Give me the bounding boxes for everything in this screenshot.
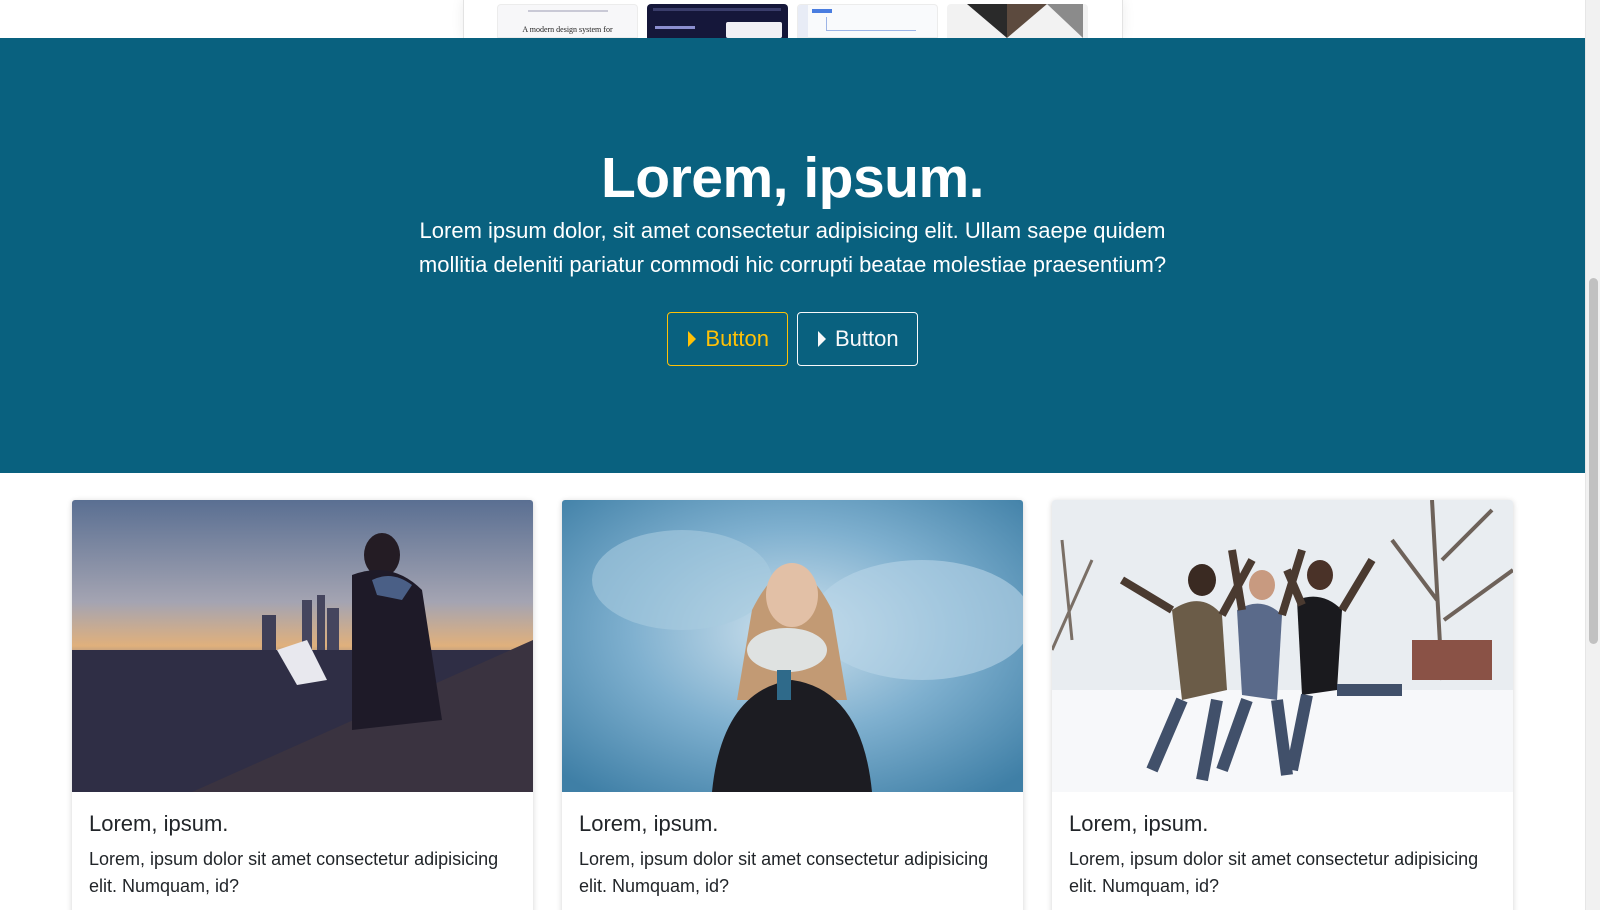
showcase-frame: A modern design system for (463, 0, 1123, 38)
card-image-woman-smoke (562, 500, 1023, 792)
caret-right-icon (688, 331, 697, 347)
showcase-thumbnail-dashboard[interactable] (797, 4, 938, 38)
hero-buttons: Button Button (0, 312, 1585, 366)
card-text: Lorem, ipsum dolor sit amet consectetur … (89, 849, 499, 896)
hero-title: Lorem, ipsum. (600, 146, 985, 210)
scrollbar-thumb[interactable] (1589, 278, 1598, 644)
thumbnail-caption: A modern design system for (522, 25, 613, 34)
card-image-friends-jumping (1052, 500, 1513, 792)
hero-lead: Lorem ipsum dolor, sit amet consectetur … (418, 218, 1167, 277)
card-title: Lorem, ipsum. (89, 811, 229, 836)
hero-section: Lorem, ipsum. Lorem ipsum dolor, sit ame… (0, 38, 1585, 473)
showcase-thumbnail-photo-grid[interactable] (947, 4, 1088, 38)
primary-button[interactable]: Button (667, 312, 788, 366)
caret-right-icon (818, 331, 826, 347)
card-grid: Lorem, ipsum. Lorem, ipsum dolor sit ame… (72, 500, 1514, 910)
showcase-strip: A modern design system for (0, 0, 1585, 38)
card: Lorem, ipsum. Lorem, ipsum dolor sit ame… (72, 500, 533, 910)
showcase-thumbnail-design-system[interactable]: A modern design system for (497, 4, 638, 38)
secondary-button-label: Button (835, 326, 899, 351)
card: Lorem, ipsum. Lorem, ipsum dolor sit ame… (1052, 500, 1513, 910)
card-title: Lorem, ipsum. (579, 811, 719, 836)
card-image-man-laptop (72, 500, 533, 792)
card: Lorem, ipsum. Lorem, ipsum dolor sit ame… (562, 500, 1023, 910)
card-title: Lorem, ipsum. (1069, 811, 1209, 836)
card-text: Lorem, ipsum dolor sit amet consectetur … (1069, 849, 1479, 896)
showcase-thumbnail-dark-landing[interactable] (647, 4, 788, 38)
secondary-button[interactable]: Button (797, 312, 918, 366)
primary-button-label: Button (705, 326, 769, 351)
page-scrollbar[interactable] (1585, 0, 1600, 910)
card-text: Lorem, ipsum dolor sit amet consectetur … (579, 849, 989, 896)
